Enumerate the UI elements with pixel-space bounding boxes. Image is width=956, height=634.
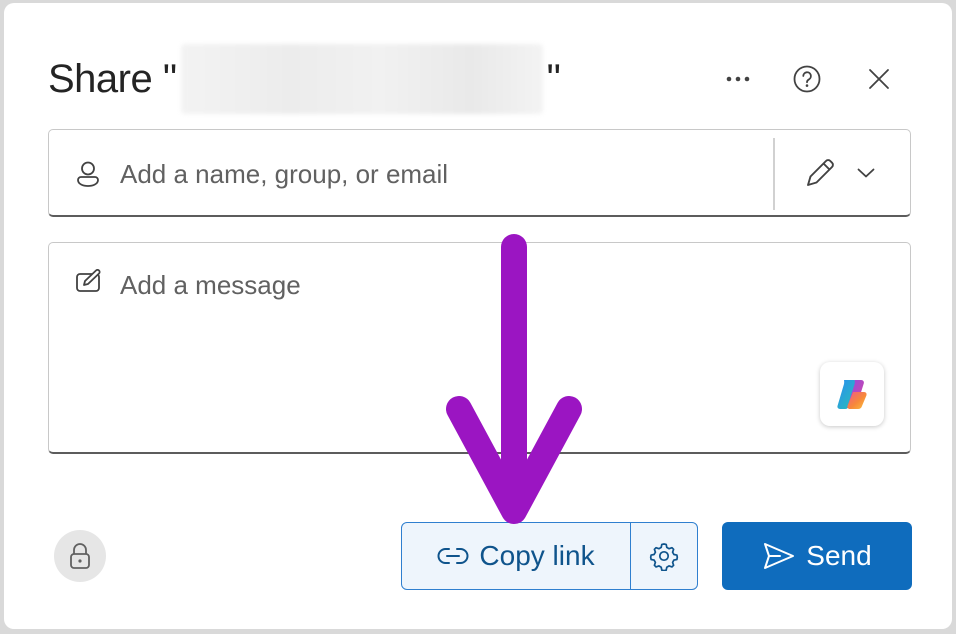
field-divider: [773, 138, 775, 210]
help-button[interactable]: [787, 59, 827, 99]
edit-message-icon: [76, 269, 101, 292]
recipients-field[interactable]: Add a name, group, or email: [48, 129, 911, 217]
title-prefix: Share ": [48, 56, 177, 101]
dialog-title: Share " ": [48, 44, 561, 114]
copilot-button[interactable]: [820, 362, 884, 426]
close-icon: [869, 69, 889, 89]
lock-icon: [70, 543, 90, 569]
help-icon: [793, 65, 821, 93]
permission-dropdown[interactable]: [789, 148, 889, 198]
send-icon: [764, 543, 795, 569]
copy-link-group: Copy link: [401, 522, 698, 590]
copilot-icon: [837, 380, 867, 409]
copy-link-button[interactable]: Copy link: [402, 523, 631, 589]
title-suffix: ": [546, 56, 561, 101]
blurred-file-name: [180, 44, 543, 114]
link-security-button[interactable]: [54, 530, 106, 582]
person-icon: [77, 161, 99, 187]
more-options-button[interactable]: [718, 59, 758, 99]
more-options-icon: [726, 76, 750, 82]
pencil-icon: [807, 159, 834, 186]
link-settings-button[interactable]: [631, 523, 697, 589]
share-dialog: Share " " Add a name, group, or email Ad…: [4, 3, 952, 629]
chevron-down-icon: [857, 168, 875, 178]
send-button[interactable]: Send: [722, 522, 912, 590]
send-label: Send: [806, 540, 872, 571]
recipients-placeholder: Add a name, group, or email: [120, 159, 449, 189]
link-icon: [437, 548, 469, 564]
message-placeholder: Add a message: [120, 270, 301, 300]
close-button[interactable]: [859, 59, 899, 99]
gear-icon: [649, 543, 679, 571]
copy-link-label: Copy link: [479, 540, 595, 571]
message-field[interactable]: Add a message: [48, 242, 911, 454]
